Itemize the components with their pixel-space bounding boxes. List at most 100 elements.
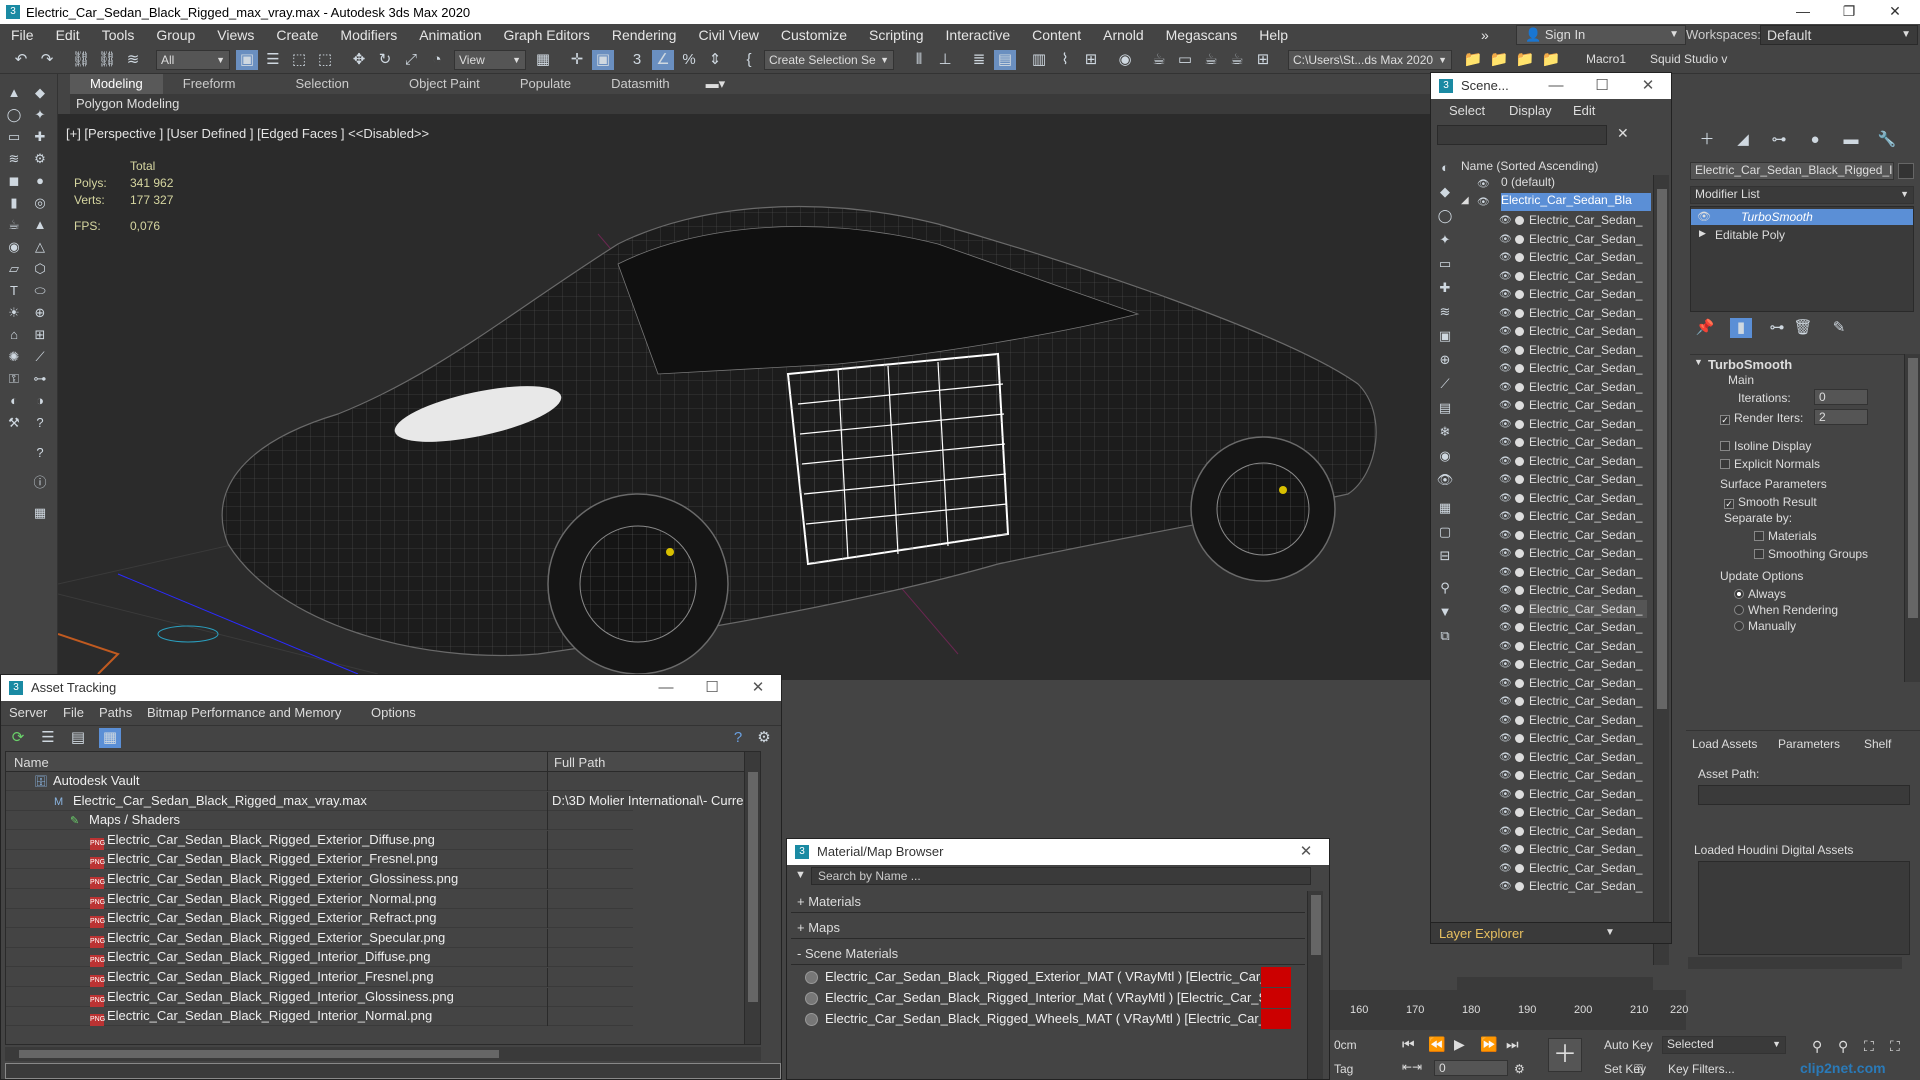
- scene-child-object[interactable]: Electric_Car_Sedan_: [1529, 452, 1647, 470]
- all-filter-icon[interactable]: ▦: [1435, 499, 1455, 517]
- set-key-big-icon[interactable]: ＋: [1548, 1038, 1582, 1072]
- viewport-help-icon[interactable]: ?: [30, 444, 50, 462]
- scene-child-object[interactable]: Electric_Car_Sedan_: [1529, 581, 1647, 599]
- eye-icon[interactable]: 👁: [1499, 549, 1512, 559]
- text-plus-icon[interactable]: T: [4, 282, 24, 300]
- material-search-input[interactable]: Search by Name ...: [811, 867, 1311, 885]
- render-production-icon[interactable]: ☕: [1200, 50, 1222, 70]
- snaps-toggle-icon[interactable]: 3: [626, 50, 648, 70]
- create-icon[interactable]: ▲: [4, 84, 24, 102]
- cameras-icon[interactable]: ▭: [4, 128, 24, 146]
- scene-vertical-scrollbar[interactable]: [1653, 175, 1669, 965]
- eye-icon[interactable]: 👁: [1499, 271, 1512, 282]
- scene-child-object[interactable]: Electric_Car_Sedan_: [1529, 211, 1647, 229]
- settings-icon[interactable]: ⚙: [753, 728, 775, 748]
- pin-stack-icon[interactable]: 📌: [1694, 318, 1716, 338]
- tab-selection[interactable]: Selection: [256, 74, 369, 94]
- funnel-icon[interactable]: ▼: [1435, 603, 1455, 621]
- materials-checkbox[interactable]: Materials: [1754, 529, 1817, 543]
- window-crossing-icon[interactable]: ⬚: [314, 50, 336, 70]
- utilities-tab-icon[interactable]: 🔧: [1876, 130, 1898, 150]
- asset-path-input[interactable]: [1698, 785, 1910, 805]
- bones-filter-icon[interactable]: ⟋: [1435, 375, 1455, 393]
- asset-table-row[interactable]: ✎ Maps / Shaders: [6, 811, 633, 831]
- section-scene-materials[interactable]: - Scene Materials: [791, 943, 1305, 965]
- render-setup-icon[interactable]: ☕: [1148, 50, 1170, 70]
- hierarchy-icon[interactable]: ⊶: [30, 370, 50, 388]
- radio-selected[interactable]: [1734, 589, 1744, 599]
- scene-child-object[interactable]: Electric_Car_Sedan_: [1529, 711, 1647, 729]
- object-dot-icon[interactable]: [1515, 567, 1524, 577]
- ribbon-options-icon[interactable]: ▬▾: [690, 74, 726, 94]
- key-filter-dropdown[interactable]: Selected ▼: [1662, 1036, 1786, 1054]
- eye-icon[interactable]: 👁: [1499, 734, 1512, 744]
- menu-more-icon[interactable]: »: [1470, 27, 1500, 43]
- menu-options[interactable]: Options: [371, 705, 416, 720]
- help-icon[interactable]: ?: [30, 414, 50, 432]
- menu-megascans[interactable]: Megascans: [1155, 27, 1249, 43]
- tab-shelf[interactable]: Shelf: [1864, 737, 1891, 751]
- expand-icon[interactable]: ▦: [30, 504, 50, 522]
- eye-icon[interactable]: 👁: [1499, 253, 1512, 263]
- eye-icon[interactable]: 👁: [1499, 512, 1512, 522]
- eye-icon[interactable]: 👁: [1499, 530, 1512, 541]
- render-frame-icon[interactable]: ▭: [1174, 50, 1196, 70]
- go-to-end-icon[interactable]: ⏭: [1506, 1036, 1519, 1053]
- remove-modifier-icon[interactable]: 🗑: [1792, 318, 1814, 338]
- menu-customize[interactable]: Customize: [770, 27, 858, 43]
- menu-civil-view[interactable]: Civil View: [687, 27, 769, 43]
- key-filters-button[interactable]: Key Filters...: [1668, 1062, 1735, 1076]
- asset-table-row[interactable]: 🗄 Autodesk Vault: [6, 772, 633, 791]
- select-by-name-icon[interactable]: ☰: [262, 50, 284, 70]
- checkbox-unchecked[interactable]: [1754, 531, 1764, 541]
- asset-table-row[interactable]: PNG Electric_Car_Sedan_Black_Rigged_Exter…: [6, 889, 633, 909]
- scene-child-object[interactable]: Electric_Car_Sedan_: [1529, 544, 1647, 562]
- object-dot-icon[interactable]: [1515, 475, 1524, 484]
- layers-icon[interactable]: ⧉: [1435, 627, 1455, 645]
- eye-icon[interactable]: 👁: [1499, 604, 1512, 615]
- radio-unselected[interactable]: [1734, 605, 1744, 615]
- object-dot-icon[interactable]: [1515, 438, 1524, 447]
- eye-icon[interactable]: 👁: [1499, 789, 1512, 800]
- scene-child-object[interactable]: Electric_Car_Sedan_: [1529, 341, 1647, 359]
- menu-group[interactable]: Group: [145, 27, 206, 43]
- scene-child-object[interactable]: Electric_Car_Sedan_: [1529, 785, 1647, 803]
- scene-child-object[interactable]: Electric_Car_Sedan_: [1529, 859, 1647, 877]
- scene-child-object[interactable]: Electric_Car_Sedan_: [1529, 248, 1647, 266]
- named-selection-dropdown[interactable]: Create Selection Se ▼: [764, 50, 894, 70]
- configure-modifiers-icon[interactable]: ✎: [1828, 318, 1850, 338]
- menu-arnold[interactable]: Arnold: [1092, 27, 1154, 43]
- menu-graph-editors[interactable]: Graph Editors: [492, 27, 600, 43]
- eye-icon[interactable]: 👁: [1477, 180, 1490, 190]
- object-dot-icon[interactable]: [1515, 678, 1524, 688]
- checkbox-unchecked[interactable]: [1720, 441, 1730, 451]
- open-folder-icon[interactable]: 📁: [1462, 50, 1484, 70]
- light-bulb-icon[interactable]: ☀: [4, 304, 24, 322]
- asset-table-row[interactable]: PNG Electric_Car_Sedan_Black_Rigged_Exter…: [6, 870, 633, 889]
- shapes-icon[interactable]: ◯: [4, 106, 24, 124]
- angle-snap-icon[interactable]: ∠: [652, 50, 674, 70]
- object-dot-icon[interactable]: [1515, 789, 1524, 799]
- scrollbar-thumb[interactable]: [1908, 358, 1918, 618]
- scene-child-object[interactable]: Electric_Car_Sedan_: [1529, 822, 1647, 840]
- eye-icon[interactable]: 👁: [1499, 567, 1512, 578]
- motion-icon[interactable]: ◐: [4, 392, 24, 410]
- material-row-interior[interactable]: Electric_Car_Sedan_Black_Rigged_Interior…: [801, 988, 1291, 1008]
- scene-child-object[interactable]: Electric_Car_Sedan_: [1529, 655, 1647, 673]
- rollout-title[interactable]: TurboSmooth: [1708, 357, 1792, 372]
- eye-icon[interactable]: 👁: [1499, 308, 1512, 319]
- tree-collapse-icon[interactable]: ◢: [1461, 195, 1469, 206]
- eye-icon[interactable]: 👁: [1499, 493, 1512, 504]
- tab-object-paint[interactable]: Object Paint: [369, 74, 500, 94]
- scene-child-object[interactable]: Electric_Car_Sedan_: [1529, 766, 1647, 784]
- time-config-icon[interactable]: ⚙: [1514, 1062, 1525, 1076]
- pivot-center-icon[interactable]: ▦: [532, 50, 554, 70]
- previous-frame-icon[interactable]: ⏪: [1428, 1036, 1445, 1053]
- zoom-extents-icon[interactable]: ⛶: [1864, 1038, 1874, 1055]
- minimize-button[interactable]: —: [643, 675, 689, 701]
- polygon-modeling-bar[interactable]: Polygon Modeling: [70, 94, 1430, 114]
- scene-child-object[interactable]: Electric_Car_Sedan_: [1529, 803, 1647, 821]
- go-to-start-icon[interactable]: ⏮: [1402, 1036, 1415, 1053]
- eye-icon[interactable]: 👁: [1499, 475, 1512, 485]
- align-icon[interactable]: ⊥: [934, 50, 956, 70]
